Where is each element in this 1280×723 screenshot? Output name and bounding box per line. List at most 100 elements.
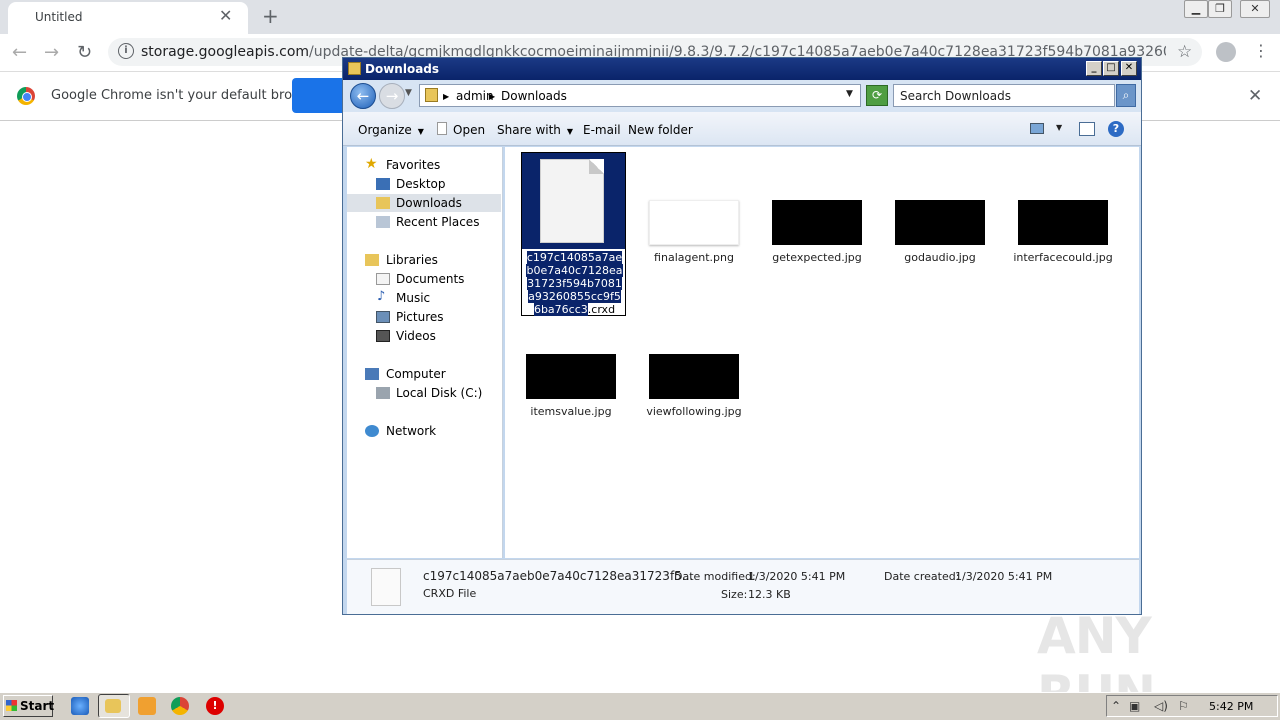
recent-places-icon xyxy=(376,216,390,228)
search-icon[interactable]: ⌕ xyxy=(1116,84,1136,107)
breadcrumb-admin[interactable]: admin xyxy=(456,89,494,103)
details-created-label: Date created: xyxy=(884,570,960,583)
ie-icon[interactable] xyxy=(71,697,89,715)
explorer-minimize-button[interactable]: _ xyxy=(1086,61,1102,76)
address-dropdown-icon[interactable]: ▼ xyxy=(846,89,853,99)
close-window-button[interactable]: ✕ xyxy=(1240,0,1270,18)
breadcrumb-chevron-icon[interactable]: ▶ xyxy=(489,92,495,101)
file-name: finalagent.png xyxy=(654,251,734,264)
nav-desktop[interactable]: Desktop xyxy=(347,175,501,193)
help-icon[interactable]: ? xyxy=(1108,121,1124,137)
new-tab-icon[interactable]: + xyxy=(262,4,279,28)
forward-icon[interactable]: → xyxy=(44,42,59,63)
pictures-icon xyxy=(376,311,390,323)
nav-recent-label: Recent Places xyxy=(396,215,480,229)
view-dropdown-icon[interactable]: ▼ xyxy=(1056,123,1062,132)
infobar-close-icon[interactable]: ✕ xyxy=(1248,86,1262,106)
new-folder-button[interactable]: New folder xyxy=(628,123,693,137)
nav-documents[interactable]: Documents xyxy=(347,270,501,288)
explorer-back-button[interactable]: ← xyxy=(350,83,376,109)
clock: 5:42 PM xyxy=(1209,700,1254,713)
nav-music-label: Music xyxy=(396,291,431,305)
nav-pictures[interactable]: Pictures xyxy=(347,308,501,326)
nav-favorites-label: Favorites xyxy=(386,158,441,172)
email-button[interactable]: E-mail xyxy=(583,123,621,137)
history-dropdown-icon[interactable]: ▼ xyxy=(405,88,412,98)
breadcrumb-root-chevron-icon[interactable]: ▶ xyxy=(443,92,449,101)
nav-downloads[interactable]: Downloads xyxy=(347,194,501,212)
folder-icon xyxy=(348,62,361,75)
network-icon xyxy=(365,425,379,437)
nav-downloads-label: Downloads xyxy=(396,196,462,210)
thumbnail-interfacecould[interactable] xyxy=(1018,200,1108,245)
nav-desktop-label: Desktop xyxy=(396,177,446,191)
nav-computer-label: Computer xyxy=(386,367,446,381)
folder-taskbar-icon xyxy=(105,699,121,713)
share-with-button[interactable]: Share with ▼ xyxy=(497,123,573,137)
open-button[interactable]: Open xyxy=(453,123,485,137)
bookmark-star-icon[interactable]: ☆ xyxy=(1177,42,1192,62)
documents-icon xyxy=(376,273,390,285)
flag-icon[interactable]: ⚐ xyxy=(1178,699,1189,713)
videos-icon xyxy=(376,330,390,342)
nav-videos[interactable]: Videos xyxy=(347,327,501,345)
chrome-logo-icon xyxy=(17,87,35,105)
network-tray-icon[interactable]: ▣ xyxy=(1129,699,1140,713)
computer-icon xyxy=(365,368,379,380)
change-view-icon[interactable] xyxy=(1030,123,1044,134)
thumbnail-itemsvalue[interactable] xyxy=(526,354,616,399)
share-label: Share with xyxy=(497,123,561,137)
details-size: 12.3 KB xyxy=(748,588,791,601)
nav-computer[interactable]: Computer xyxy=(347,365,501,383)
back-icon[interactable]: ← xyxy=(12,42,27,63)
media-player-icon[interactable] xyxy=(138,697,156,715)
nav-local-disk[interactable]: Local Disk (C:) xyxy=(347,384,501,402)
explorer-forward-button[interactable]: → xyxy=(379,83,405,109)
taskbar xyxy=(0,692,1280,720)
file-name: itemsvalue.jpg xyxy=(530,405,612,418)
tray-expand-icon[interactable]: ⌃ xyxy=(1111,699,1121,713)
dropdown-arrow-icon: ▼ xyxy=(566,127,574,136)
explorer-close-button[interactable]: ✕ xyxy=(1121,61,1137,76)
nav-network-label: Network xyxy=(386,424,437,438)
document-fold xyxy=(589,159,604,174)
details-modified-label: Date modified: xyxy=(674,570,756,583)
thumbnail-finalagent[interactable] xyxy=(649,200,739,245)
nav-pictures-label: Pictures xyxy=(396,310,444,324)
thumbnail-viewfollowing[interactable] xyxy=(649,354,739,399)
details-file-type: CRXD File xyxy=(423,587,477,600)
minimize-button[interactable]: ▁ xyxy=(1184,0,1208,18)
explorer-maximize-button[interactable]: □ xyxy=(1103,61,1119,76)
file-name: viewfollowing.jpg xyxy=(646,405,742,418)
nav-videos-label: Videos xyxy=(396,329,436,343)
reload-icon[interactable]: ↻ xyxy=(77,42,92,63)
navigation-pane: ★ Favorites Desktop Downloads Recent Plac… xyxy=(347,147,503,558)
refresh-icon[interactable]: ⟳ xyxy=(866,85,888,106)
star-icon: ★ xyxy=(365,156,378,172)
nav-favorites[interactable]: ★ Favorites xyxy=(347,156,501,174)
stop-icon[interactable]: ! xyxy=(206,697,224,715)
nav-network[interactable]: Network xyxy=(347,422,501,440)
nav-recent-places[interactable]: Recent Places xyxy=(347,213,501,231)
nav-libraries[interactable]: Libraries xyxy=(347,251,501,269)
breadcrumb-downloads[interactable]: Downloads xyxy=(501,89,567,103)
explorer-title-bar[interactable] xyxy=(343,58,1141,80)
tab-close-icon[interactable]: ✕ xyxy=(219,6,232,25)
organize-button[interactable]: Organize ▼ xyxy=(358,123,424,137)
chrome-menu-icon[interactable]: ⋮ xyxy=(1253,41,1269,60)
volume-icon[interactable]: ◁) xyxy=(1154,699,1168,713)
libraries-icon xyxy=(365,254,379,266)
chrome-taskbar-icon[interactable] xyxy=(171,697,189,715)
infobar-message: Google Chrome isn't your default browser xyxy=(51,88,323,103)
thumbnail-getexpected[interactable] xyxy=(772,200,862,245)
details-file-name: c197c14085a7aeb0e7a40c7128ea31723f5... xyxy=(423,569,694,583)
nav-music[interactable]: ♪ Music xyxy=(347,289,501,307)
search-placeholder: Search Downloads xyxy=(900,89,1011,103)
profile-avatar-icon[interactable] xyxy=(1216,42,1236,62)
selected-file-name: c197c14085a7aeb0e7a40c7128ea31723f594b70… xyxy=(525,251,624,316)
thumbnail-godaudio[interactable] xyxy=(895,200,985,245)
preview-pane-icon[interactable] xyxy=(1079,122,1095,136)
details-size-label: Size: xyxy=(721,588,748,601)
restore-button[interactable]: ❐ xyxy=(1208,0,1232,18)
site-info-icon[interactable]: i xyxy=(118,43,134,59)
